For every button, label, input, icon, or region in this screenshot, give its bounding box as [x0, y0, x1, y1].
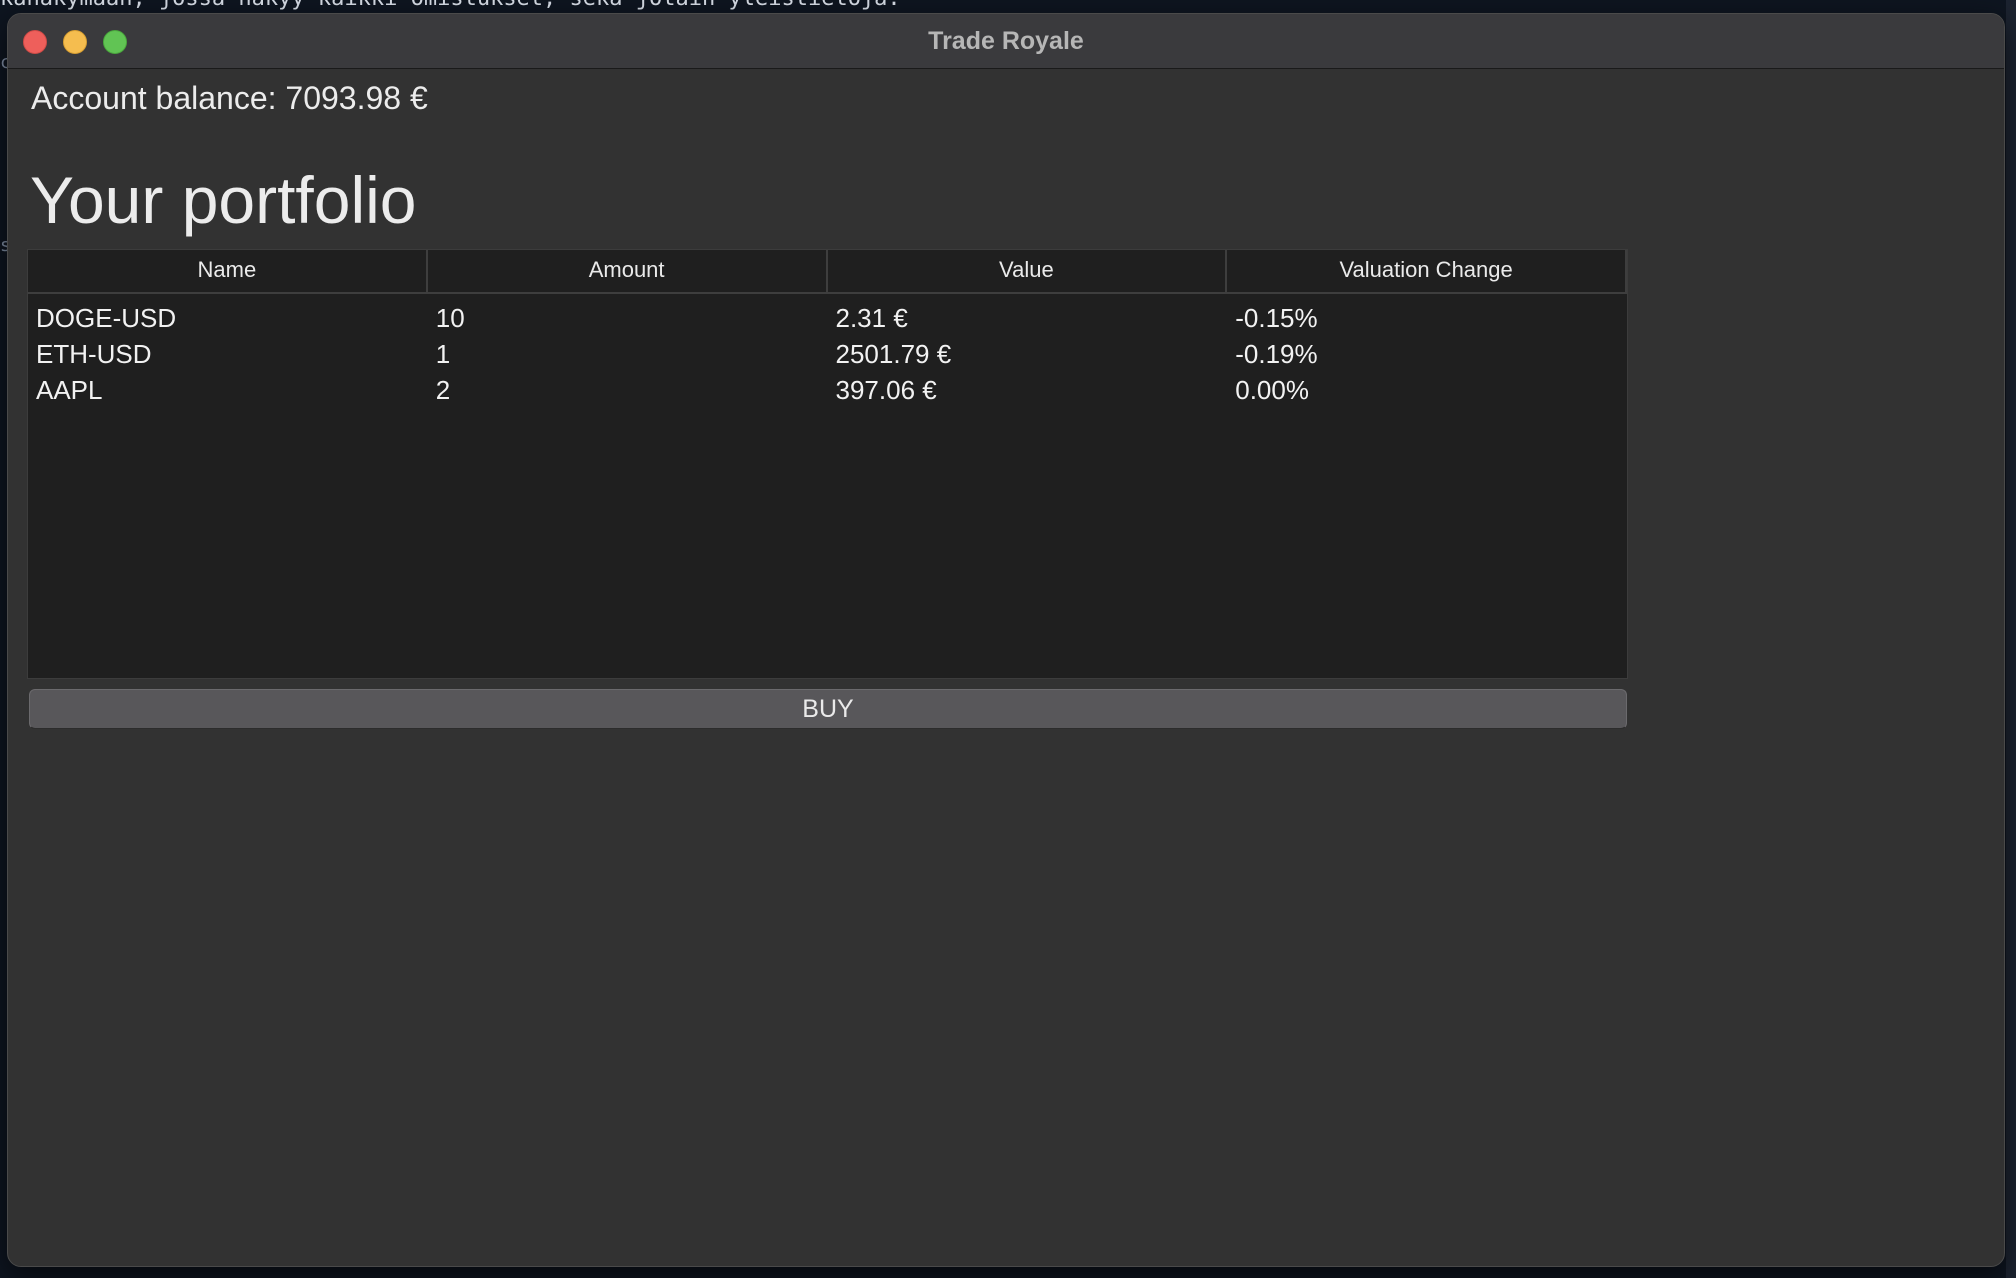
cell-valuation-change: -0.19%	[1235, 339, 1318, 369]
portfolio-heading: Your portfolio	[30, 163, 417, 237]
cell-value: 2501.79 €	[835, 339, 952, 369]
cell-amount: 2	[435, 375, 451, 405]
cell-valuation-change: -0.15%	[1235, 303, 1318, 333]
cell-name: ETH-USD	[36, 339, 152, 369]
table-row[interactable]: AAPL 2 397.06 € 0.00%	[28, 372, 1627, 408]
cell-value: 397.06 €	[835, 375, 937, 405]
window-title: Trade Royale	[928, 27, 1084, 55]
column-header-name[interactable]: Name	[28, 250, 428, 292]
background-window-edge	[2006, 0, 2016, 1278]
cell-amount: 10	[435, 303, 465, 333]
app-window: Trade Royale Account balance: 7093.98 € …	[7, 13, 2005, 1267]
column-header-value[interactable]: Value	[828, 250, 1228, 292]
cell-valuation-change: 0.00%	[1235, 375, 1309, 405]
buy-button[interactable]: BUY	[29, 689, 1627, 729]
account-balance: Account balance: 7093.98 €	[31, 80, 428, 116]
column-header-valuation-change[interactable]: Valuation Change	[1227, 250, 1627, 292]
cell-amount: 1	[435, 339, 451, 369]
table-body: DOGE-USD 10 2.31 € -0.15% ETH-USD 1 2501…	[28, 300, 1627, 408]
background-terminal-text: kanakymaan, jossa nakyy kaikki omistukse…	[0, 0, 901, 11]
table-row[interactable]: DOGE-USD 10 2.31 € -0.15%	[28, 300, 1627, 336]
table-header: Name Amount Value Valuation Change	[28, 250, 1627, 294]
column-header-amount[interactable]: Amount	[428, 250, 828, 292]
portfolio-table[interactable]: Name Amount Value Valuation Change DOGE-…	[27, 249, 1628, 679]
title-bar[interactable]: Trade Royale	[8, 14, 2004, 69]
cell-value: 2.31 €	[835, 303, 908, 333]
cell-name: DOGE-USD	[36, 303, 177, 333]
cell-name: AAPL	[36, 375, 103, 405]
table-row[interactable]: ETH-USD 1 2501.79 € -0.19%	[28, 336, 1627, 372]
